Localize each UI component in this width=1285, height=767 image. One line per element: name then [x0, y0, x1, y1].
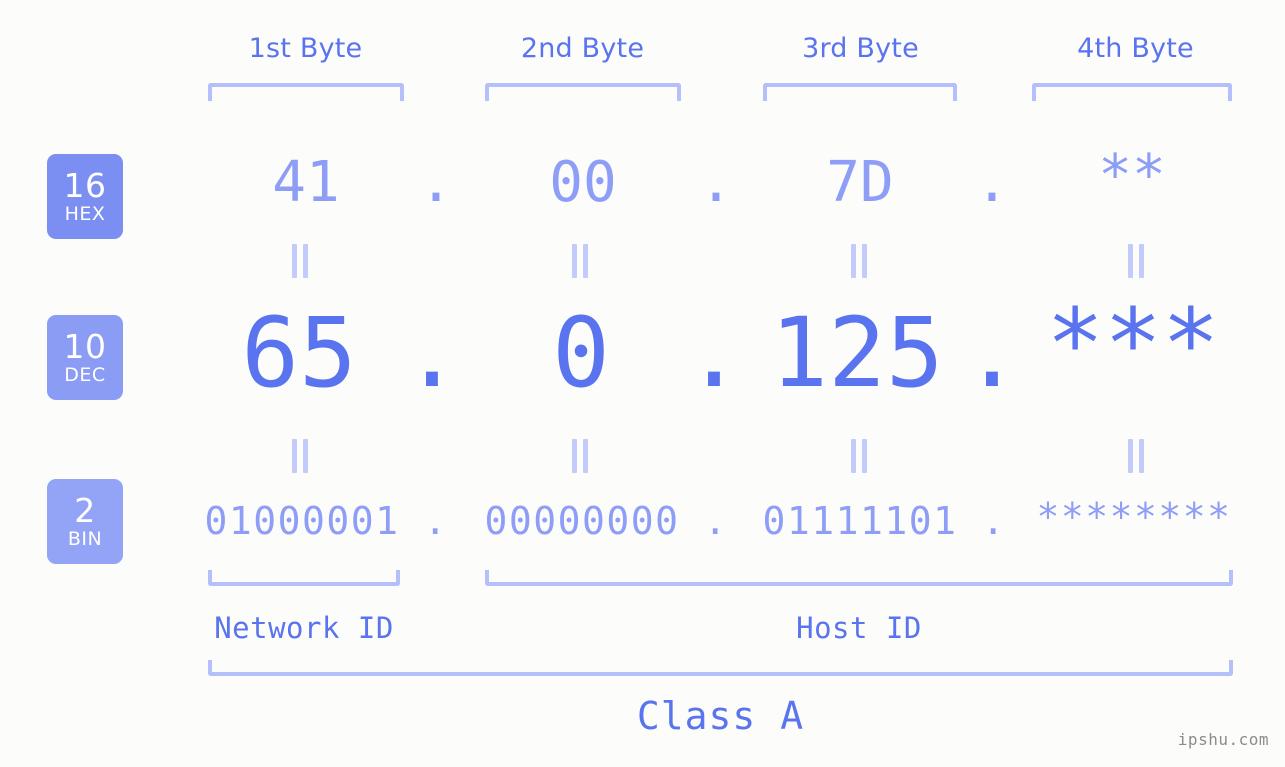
- equals-icon-dec-bin-2: [569, 439, 591, 473]
- byte-bracket-top-3: [763, 83, 957, 101]
- host-id-label: Host ID: [796, 611, 922, 645]
- hex-separator-3: .: [975, 150, 1009, 215]
- base-badge-bin: 2 BIN: [47, 479, 123, 564]
- hex-separator-2: .: [699, 150, 733, 215]
- byte-header-label-3: 3rd Byte: [802, 33, 919, 64]
- byte-bracket-top-2: [485, 83, 681, 101]
- equals-icon-dec-bin-3: [848, 439, 870, 473]
- base-badge-hex-name: HEX: [64, 203, 106, 225]
- class-label: Class A: [636, 694, 805, 738]
- bin-byte-value-1: 01000001: [204, 499, 400, 543]
- byte-header-label-1: 1st Byte: [248, 33, 363, 64]
- dec-separator-2: .: [685, 297, 743, 409]
- dec-byte-value-4: ***: [1046, 288, 1220, 400]
- hex-separator-1: .: [419, 150, 453, 215]
- equals-icon-hex-dec-4: [1125, 244, 1147, 278]
- base-badge-dec-number: 10: [63, 327, 107, 366]
- equals-icon-hex-dec-1: [289, 244, 311, 278]
- base-badge-dec: 10 DEC: [47, 315, 123, 400]
- ip-byte-breakdown-diagram: 1st Byte 2nd Byte 3rd Byte 4th Byte 16 H…: [0, 0, 1285, 767]
- dec-byte-value-2: 0: [552, 297, 610, 409]
- base-badge-dec-name: DEC: [64, 364, 106, 386]
- equals-icon-dec-bin-1: [289, 439, 311, 473]
- bin-separator-3: .: [981, 499, 1007, 543]
- site-watermark: ipshu.com: [1177, 730, 1269, 749]
- network-id-bracket: [208, 570, 400, 586]
- bin-byte-value-3: 01111101: [762, 499, 958, 543]
- dec-separator-1: .: [403, 297, 461, 409]
- class-bracket: [208, 660, 1233, 676]
- byte-bracket-top-4: [1032, 83, 1232, 101]
- dec-separator-3: .: [963, 297, 1021, 409]
- dec-byte-value-3: 125: [770, 297, 944, 409]
- hex-byte-value-3: 7D: [826, 150, 894, 215]
- base-badge-hex: 16 HEX: [47, 154, 123, 239]
- network-id-label: Network ID: [214, 611, 394, 645]
- equals-icon-dec-bin-4: [1125, 439, 1147, 473]
- byte-header-label-2: 2nd Byte: [520, 33, 645, 64]
- host-id-bracket: [485, 570, 1233, 586]
- equals-icon-hex-dec-3: [848, 244, 870, 278]
- hex-byte-value-4: **: [1098, 143, 1166, 208]
- byte-header-label-4: 4th Byte: [1077, 33, 1194, 64]
- base-badge-bin-name: BIN: [67, 528, 103, 550]
- equals-icon-hex-dec-2: [569, 244, 591, 278]
- bin-byte-value-4: ********: [1036, 495, 1232, 539]
- byte-bracket-top-1: [208, 83, 404, 101]
- base-badge-hex-number: 16: [63, 166, 107, 205]
- bin-byte-value-2: 00000000: [484, 499, 680, 543]
- dec-byte-value-1: 65: [241, 297, 357, 409]
- base-badge-bin-number: 2: [74, 491, 96, 530]
- bin-separator-2: .: [703, 499, 729, 543]
- hex-byte-value-2: 00: [549, 150, 617, 215]
- bin-separator-1: .: [423, 499, 449, 543]
- hex-byte-value-1: 41: [272, 150, 340, 215]
